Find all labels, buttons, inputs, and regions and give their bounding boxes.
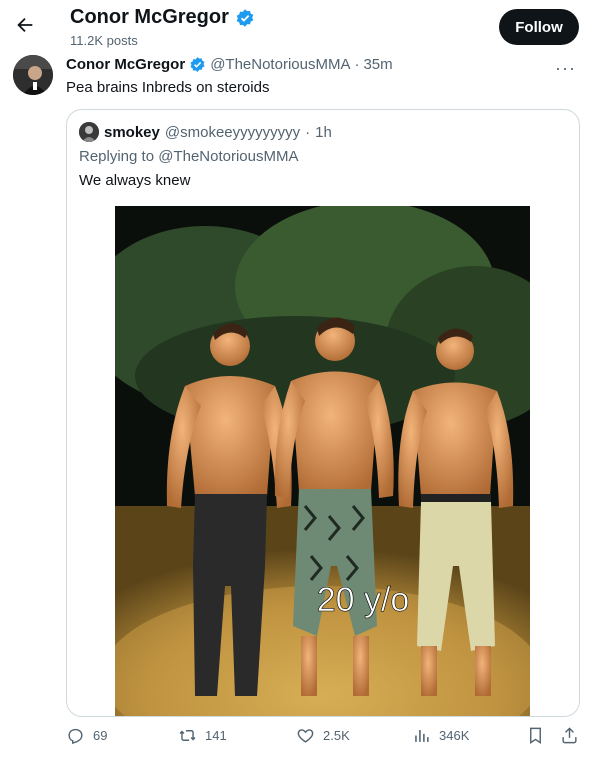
tweet-actions: 69 141 2.5K 346K: [66, 726, 582, 754]
reply-count: 69: [93, 728, 108, 743]
quote-text: We always knew: [79, 172, 191, 189]
share-button[interactable]: [560, 726, 579, 745]
bookmark-button[interactable]: [526, 726, 545, 745]
quote-header: smokey @smokeeyyyyyyyyy · 1h: [79, 122, 332, 142]
bookmark-icon: [530, 727, 541, 744]
separator-dot: ·: [305, 123, 311, 141]
profile-header: Conor McGregor 11.2K posts Follow: [0, 0, 594, 54]
views-button[interactable]: 346K: [412, 726, 469, 745]
verified-badge-icon: [190, 57, 205, 72]
heart-icon: [297, 729, 314, 743]
quote-author-name: smokey: [104, 123, 160, 141]
repost-button[interactable]: 141: [178, 726, 227, 745]
views-count: 346K: [439, 728, 470, 743]
post-count: 11.2K posts: [70, 33, 138, 48]
tweet-text: Pea brains Inbreds on steroids: [66, 79, 270, 96]
like-button[interactable]: 2.5K: [296, 726, 350, 745]
verified-badge-icon: [236, 8, 254, 27]
reply-button[interactable]: 69: [66, 726, 107, 745]
quote-media-image[interactable]: 20 y/o: [115, 206, 530, 716]
header-name: Conor McGregor: [70, 6, 229, 28]
quote-avatar: [79, 122, 99, 142]
share-icon: [562, 727, 577, 744]
quote-author-handle: @smokeeyyyyyyyyy: [164, 123, 301, 141]
image-caption: 20 y/o: [317, 581, 410, 619]
replying-to: Replying to @TheNotoriousMMA: [79, 148, 299, 165]
more-options-icon[interactable]: ···: [555, 58, 576, 79]
separator-dot: ·: [354, 56, 360, 73]
avatar[interactable]: [13, 55, 53, 95]
quote-timestamp: 1h: [315, 123, 332, 141]
tweet-header: Conor McGregor @TheNotoriousMMA · 35m: [66, 56, 393, 73]
page-title: Conor McGregor: [70, 6, 255, 29]
like-count: 2.5K: [323, 728, 350, 743]
author-name[interactable]: Conor McGregor: [66, 56, 185, 73]
timestamp[interactable]: 35m: [363, 56, 392, 73]
repost-count: 141: [205, 728, 227, 743]
back-arrow-icon[interactable]: [14, 14, 36, 36]
author-handle[interactable]: @TheNotoriousMMA: [210, 56, 350, 73]
repost-icon: [179, 730, 196, 741]
reply-icon: [68, 728, 83, 744]
quoted-tweet[interactable]: smokey @smokeeyyyyyyyyy · 1h Replying to…: [66, 109, 580, 717]
views-chart-icon: [415, 729, 429, 742]
follow-button[interactable]: Follow: [499, 9, 579, 45]
